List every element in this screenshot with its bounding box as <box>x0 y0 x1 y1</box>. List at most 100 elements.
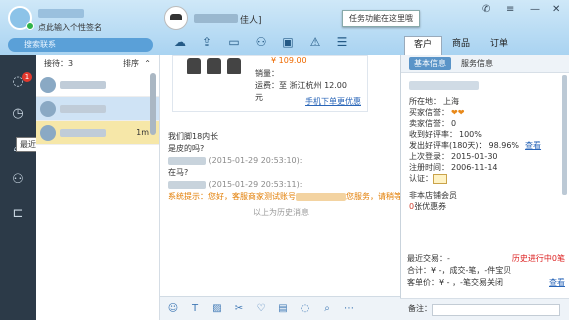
contact-avatar <box>40 125 56 141</box>
username-blurred <box>38 9 84 18</box>
product-thumbnail[interactable] <box>187 58 201 74</box>
sales-label: 销量： <box>255 69 279 78</box>
mobile-order-link[interactable]: 手机下单更优惠 <box>305 96 361 107</box>
screen-share-icon[interactable]: ▣ <box>278 34 298 50</box>
contact-avatar <box>40 77 56 93</box>
contact-row[interactable] <box>36 97 159 121</box>
recent-label: 最近交易： <box>407 254 447 263</box>
customer-info-panel: 基本信息 服务信息 所在地： 上海 买家信誉： ❤❤ 卖家信誉： 0 收到好评率： 10… <box>400 55 569 320</box>
tab-product[interactable]: 商品 <box>442 36 480 55</box>
certification-icon[interactable] <box>433 173 447 184</box>
emoji-icon[interactable]: ☺ <box>166 303 180 314</box>
history-count: 历史进行中0笔 <box>512 253 565 265</box>
chat-partner-name: 佳人] <box>240 16 262 26</box>
right-tabs: 客户 商品 订单 <box>404 36 569 55</box>
history-divider: 以上为历史消息 <box>253 208 309 217</box>
info-value: 98.96% <box>488 141 520 150</box>
customer-name-blurred <box>409 81 479 90</box>
tab-service-info[interactable]: 服务信息 <box>461 58 493 69</box>
contact-avatar <box>40 101 56 117</box>
history-icon[interactable]: ⌕ <box>320 303 334 314</box>
contact-list-header: 接待：3 排序 ⌃ <box>36 55 159 73</box>
voice-icon[interactable]: ◌ <box>298 303 312 314</box>
product-thumbnail[interactable] <box>227 58 241 74</box>
phone-icon[interactable]: ✆ <box>482 4 490 15</box>
member-status: 非本店铺会员 <box>409 191 457 200</box>
coupon-info: 0张优惠券 <box>409 201 561 212</box>
unit-price-row: 客单价：¥ - ，-笔交易关闭 查看 <box>407 277 565 289</box>
favorite-icon[interactable]: ♡ <box>254 303 268 314</box>
contact-list-scrollbar[interactable] <box>150 73 156 135</box>
quick-phrase-icon[interactable]: ▤ <box>276 303 290 314</box>
history-unit: 笔 <box>557 254 565 263</box>
info-value: 上海 <box>443 97 459 106</box>
view-rating-link[interactable]: 查看 <box>525 141 541 150</box>
task-tooltip: 任务功能在这里哦 <box>342 10 420 27</box>
video-icon[interactable]: ▭ <box>224 34 244 50</box>
message-text: 在马? <box>168 168 189 177</box>
minimize-icon[interactable]: — <box>530 4 540 15</box>
task-list-icon[interactable]: ☰ <box>332 34 352 50</box>
contact-name-blurred <box>60 81 106 89</box>
info-value: 2006-11-14 <box>451 163 498 172</box>
notes-input[interactable] <box>432 304 560 316</box>
menu-icon[interactable]: ≡ <box>506 4 514 15</box>
contact-name-blurred <box>60 129 106 137</box>
close-icon[interactable]: ✕ <box>552 4 560 15</box>
info-label: 注册时间： <box>409 163 449 172</box>
info-panel-scrollbar[interactable] <box>562 75 567 195</box>
info-label: 卖家信誉： <box>409 119 449 128</box>
product-images <box>187 58 241 74</box>
groups-icon[interactable]: ⚇ <box>9 171 27 189</box>
tab-customer[interactable]: 客户 <box>404 36 442 55</box>
product-thumbnail[interactable] <box>207 58 221 74</box>
search-input[interactable]: 搜索联系 <box>8 38 153 52</box>
title-bar: 点此输入个性签名 搜索联系 佳人] ☁ ⇪ ▭ ⚇ ▣ ⚠ ☰ 任务功能在这里哦… <box>0 0 569 55</box>
system-message-prefix: 系统提示：您好，客服商家测试账号 <box>168 192 296 201</box>
contact-row[interactable] <box>36 73 159 97</box>
font-icon[interactable]: T <box>188 303 202 314</box>
recent-value: - <box>447 254 450 263</box>
sender-name-blurred <box>168 180 206 189</box>
total-label: 合计： <box>407 266 431 275</box>
signature-text[interactable]: 点此输入个性签名 <box>38 22 102 33</box>
total-value: ¥ -，成交-笔，-件宝贝 <box>431 266 512 275</box>
chat-bubble-icon[interactable]: ☁ <box>170 34 190 50</box>
view-trades-link[interactable]: 查看 <box>549 277 565 289</box>
recent-clock-icon[interactable]: ◷ <box>9 105 27 123</box>
contact-time: 1m <box>136 128 149 137</box>
reception-count: 接待：3 <box>44 59 74 68</box>
info-row: 买家信誉： ❤❤ <box>409 107 561 118</box>
info-row: 收到好评率： 100% <box>409 129 561 140</box>
task-bell-icon[interactable]: ⚠ <box>305 34 325 50</box>
transfer-icon[interactable]: ⇪ <box>197 34 217 50</box>
chat-partner-avatar[interactable] <box>164 6 188 30</box>
info-body: 所在地： 上海 买家信誉： ❤❤ 卖家信誉： 0 收到好评率： 100% 发出好评率(1… <box>401 73 569 216</box>
info-row: 注册时间： 2006-11-14 <box>409 162 561 173</box>
more-icon[interactable]: ⋯ <box>342 303 356 314</box>
sort-button[interactable]: 排序 <box>123 55 139 73</box>
info-label: 认证： <box>409 174 433 183</box>
online-status-icon[interactable] <box>26 22 34 30</box>
add-contact-icon[interactable]: ⚇ <box>251 34 271 50</box>
input-toolbar: ☺ T ▨ ✂ ♡ ▤ ◌ ⌕ ⋯ <box>160 296 400 320</box>
info-value: 2015-01-30 <box>451 152 498 161</box>
info-row: 卖家信誉： 0 <box>409 118 561 129</box>
total-row: 合计：¥ -，成交-笔，-件宝贝 <box>407 265 565 277</box>
product-price: ¥ 109.00 <box>271 56 307 65</box>
scissors-icon[interactable]: ✂ <box>232 303 246 314</box>
collapse-caret-icon[interactable]: ⌃ <box>144 55 151 73</box>
image-icon[interactable]: ▨ <box>210 303 224 314</box>
notes-label: 备注： <box>408 304 432 313</box>
apps-icon[interactable]: ⊏ <box>9 205 27 223</box>
coupon-label: 张优惠券 <box>414 202 447 211</box>
contact-name-blurred <box>60 105 106 113</box>
left-rail: ◌ ◷ ♙ ⚇ ⊏ <box>0 55 36 320</box>
info-tabs: 基本信息 服务信息 <box>401 55 569 73</box>
tab-order[interactable]: 订单 <box>480 36 518 55</box>
info-row: 认证： <box>409 173 561 184</box>
system-message-blurred <box>296 192 346 201</box>
contact-row[interactable]: 1m <box>36 121 159 145</box>
tab-basic-info[interactable]: 基本信息 <box>409 57 451 70</box>
history-label: 进行中 <box>527 254 552 263</box>
